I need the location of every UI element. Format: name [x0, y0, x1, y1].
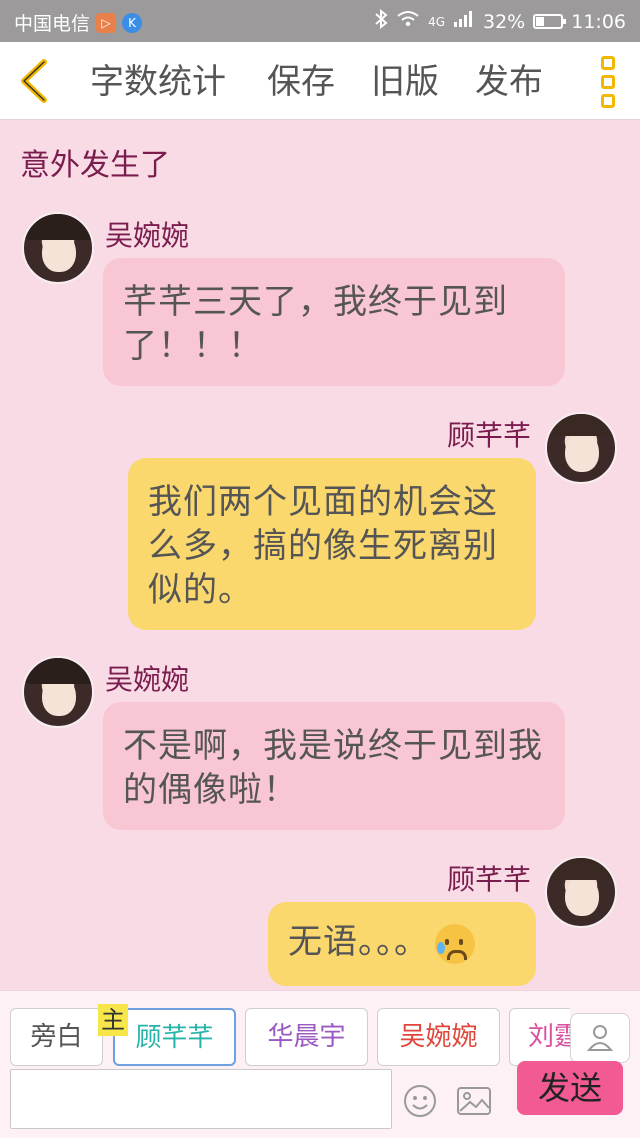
emoji-button[interactable]	[400, 1081, 440, 1121]
speaker-name: 吴婉婉	[105, 219, 190, 252]
battery-icon	[533, 14, 567, 29]
chapter-title: 意外发生了	[20, 148, 170, 183]
avatar-gu-qianqian[interactable]	[545, 412, 617, 484]
battery-level-fill	[536, 17, 545, 26]
speaker-name: 吴婉婉	[105, 663, 190, 696]
battery-percent: 32%	[483, 10, 526, 33]
avatar-wu-wanwan[interactable]	[22, 656, 94, 728]
message-bubble[interactable]: 不是啊，我是说终于见到我的偶像啦！	[103, 702, 565, 830]
avatar-wu-wanwan[interactable]	[22, 212, 94, 284]
role-chip-gu-qianqian[interactable]: 顾芊芊	[113, 1008, 236, 1066]
save-button[interactable]: 保存	[267, 62, 335, 102]
role-label: 吴婉婉	[399, 1022, 478, 1052]
image-icon	[457, 1087, 491, 1115]
network-type-label: 4G	[428, 14, 445, 29]
back-button[interactable]	[14, 58, 54, 104]
role-label: 刘霆	[528, 1022, 570, 1052]
send-button[interactable]: 发送	[517, 1061, 623, 1115]
role-label: 旁白	[30, 1022, 83, 1052]
character-manage-button[interactable]	[570, 1013, 630, 1063]
role-selector: 旁白 顾芊芊 华晨宇 吴婉婉 刘霆	[10, 1008, 570, 1068]
message-bubble[interactable]: 芊芊三天了，我终于见到了！！！	[103, 258, 565, 386]
chevron-left-icon	[21, 59, 47, 103]
more-menu-button[interactable]	[598, 56, 618, 108]
more-dot-icon	[601, 56, 615, 70]
word-count-button[interactable]: 字数统计	[90, 62, 226, 102]
user-icon	[587, 1025, 613, 1051]
compose-bar: 旁白 顾芊芊 华晨宇 吴婉婉 刘霆 主 发送	[0, 990, 640, 1138]
role-chip-hua-chenyu[interactable]: 华晨宇	[245, 1008, 368, 1066]
role-label: 华晨宇	[267, 1022, 346, 1052]
avatar-gu-qianqian[interactable]	[545, 856, 617, 928]
main-character-tag: 主	[98, 1004, 128, 1036]
carrier-label: 中国电信	[14, 13, 91, 35]
top-toolbar: 字数统计 保存 旧版 发布	[0, 42, 640, 120]
message-input[interactable]	[10, 1069, 392, 1129]
speaker-name: 顾芊芊	[447, 863, 532, 896]
role-chip-liu[interactable]: 刘霆	[509, 1008, 570, 1066]
role-chip-narrator[interactable]: 旁白	[10, 1008, 103, 1066]
publish-button[interactable]: 发布	[475, 62, 543, 102]
sad-sweat-face-emoji-icon	[435, 923, 475, 964]
image-button[interactable]	[454, 1081, 494, 1121]
role-chip-wu-wanwan[interactable]: 吴婉婉	[377, 1008, 500, 1066]
status-bar: 中国电信 ▷ K 4G 32% 11:06	[0, 0, 640, 42]
message-bubble[interactable]: 我们两个见面的机会这么多，搞的像生死离别似的。	[128, 458, 536, 630]
clock: 11:06	[571, 10, 626, 33]
more-dot-icon	[601, 94, 615, 108]
speaker-name: 顾芊芊	[447, 419, 532, 452]
smiley-icon	[404, 1085, 436, 1117]
video-app-icon: ▷	[96, 12, 117, 33]
message-text: 无语。。。	[288, 922, 429, 962]
more-dot-icon	[601, 75, 615, 89]
wifi-icon	[396, 10, 420, 33]
signal-icon	[453, 10, 475, 33]
old-version-button[interactable]: 旧版	[371, 62, 439, 102]
bluetooth-icon	[374, 8, 388, 34]
message-bubble[interactable]: 无语。。。	[268, 902, 536, 986]
role-label: 顾芊芊	[135, 1023, 214, 1053]
k-app-icon: K	[122, 12, 143, 33]
